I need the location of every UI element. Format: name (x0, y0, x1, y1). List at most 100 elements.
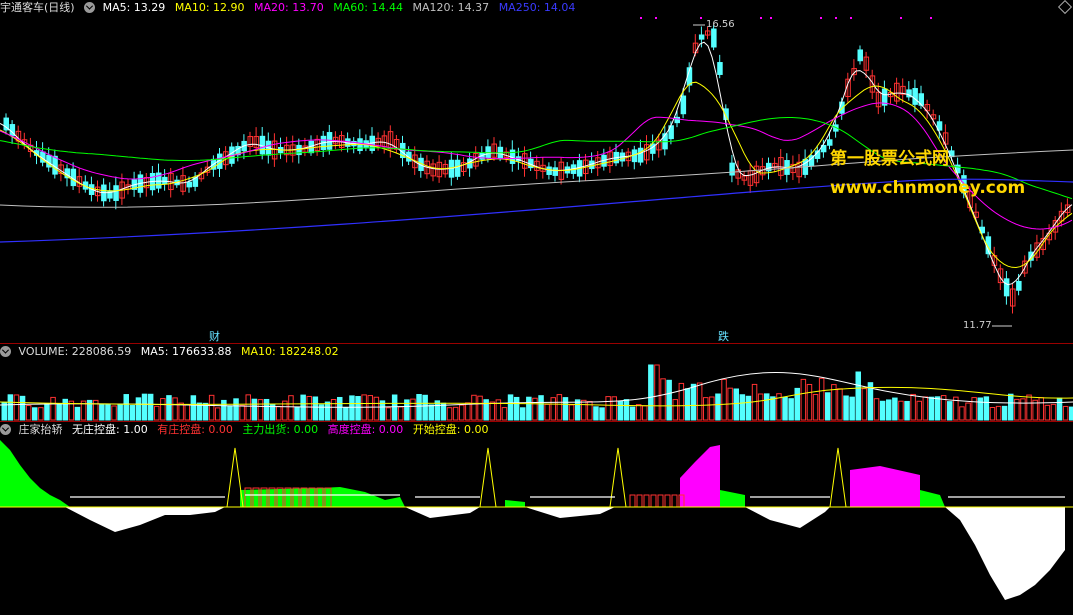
volume-bar (1001, 405, 1008, 421)
volume-bar (629, 406, 636, 421)
indicator-area-magenta (680, 445, 720, 507)
volume-bar (709, 396, 715, 421)
volume-bar (983, 396, 990, 421)
volume-bar (678, 382, 685, 421)
volume-bar (1008, 393, 1014, 421)
volume-bar (855, 371, 861, 421)
volume-bar (355, 396, 361, 421)
volume-bar (465, 402, 471, 421)
signal-dot (760, 17, 762, 19)
volume-bar (715, 393, 721, 421)
volume-bar (337, 396, 343, 421)
indicator-area-white (945, 507, 1065, 600)
volume-bar (300, 394, 306, 421)
volume-bar (50, 396, 56, 421)
volume-bar (642, 405, 648, 421)
indicator-bar-red (650, 494, 657, 508)
candle-body (546, 166, 552, 175)
volume-bar (62, 398, 68, 421)
volume-bar (233, 398, 239, 421)
candle-body (637, 147, 644, 163)
volume-bar (135, 397, 142, 421)
signal-dot (700, 17, 702, 19)
indicator-spike (829, 447, 847, 508)
volume-bar (550, 397, 556, 421)
volume-bar (818, 377, 825, 421)
candle-body (680, 95, 687, 115)
volume-bar (544, 403, 550, 421)
volume-bar (13, 394, 20, 421)
watermark-title: 第一股票公式网 (830, 149, 949, 169)
volume-bar (312, 396, 319, 421)
candle-body (162, 176, 168, 185)
indicator-menu-icon[interactable] (0, 424, 11, 435)
volume-bar (806, 383, 813, 421)
volume-bar (349, 395, 355, 421)
volume-bar (221, 399, 227, 421)
signal-dot (640, 17, 642, 19)
volume-bar (574, 399, 581, 421)
signal-dot (655, 17, 657, 19)
volume-bar (1020, 398, 1026, 421)
volume-bar (276, 405, 282, 421)
volume-bar (989, 406, 996, 421)
candle-body (857, 49, 863, 62)
volume-bar (385, 407, 392, 421)
volume-bar (410, 398, 416, 421)
volume-bar (788, 398, 794, 421)
volume-bar (849, 396, 855, 421)
volume-bar (1069, 406, 1073, 421)
volume-bar (245, 394, 251, 421)
indicator-menu-icon[interactable] (0, 346, 11, 357)
indicator-area-white (525, 507, 615, 518)
stock-chart[interactable] (0, 0, 1073, 615)
candle-body (1003, 278, 1010, 297)
volume-bar (166, 395, 172, 421)
volume-bar (794, 387, 800, 421)
volume-bar (263, 398, 270, 421)
volume-bar (928, 396, 935, 421)
volume-bar (501, 407, 508, 421)
indicator-menu-icon[interactable] (84, 2, 96, 13)
volume-bar (837, 388, 843, 421)
signal-dot (770, 17, 772, 19)
volume-bar (672, 399, 678, 421)
ma250-label: MA250: 14.04 (498, 1, 576, 14)
volume-bar (1062, 405, 1069, 421)
kai-label: 开始控盘: 0.00 (412, 423, 489, 436)
indicator-area-white (65, 507, 225, 532)
volume-bar (117, 404, 123, 421)
volume-bar (1038, 397, 1044, 421)
indicator-area-green (505, 500, 525, 507)
volume-bar (239, 404, 245, 421)
volume-bar (44, 403, 50, 421)
volume-bar (446, 407, 453, 421)
indicator-area-green (0, 440, 70, 507)
volume-bar (428, 404, 434, 421)
volume-bar (489, 401, 495, 421)
volume-legend: VOLUME: 228086.59 MA5: 176633.88 MA10: 1… (0, 344, 345, 360)
volume-bar (526, 396, 532, 421)
candle-body (698, 34, 705, 40)
candle-body (454, 159, 461, 177)
stock-title: 宇通客车(日线) (0, 1, 75, 14)
volume-bar (623, 399, 630, 421)
candle-body (113, 185, 119, 201)
volume-bar (422, 394, 428, 421)
volume-bar (556, 394, 563, 421)
volume-bar (666, 379, 672, 421)
volume-bar (605, 396, 611, 421)
volume-bar (129, 405, 136, 421)
volume-bar (471, 394, 477, 421)
volume-bar (721, 378, 727, 421)
volume-bar (56, 403, 62, 421)
volume-bar (593, 406, 599, 421)
event-mark-die: 跌 (718, 330, 729, 343)
volume-bar (215, 407, 221, 421)
volume-bar (843, 395, 849, 421)
volume-bar (373, 396, 380, 421)
volume-bar (32, 407, 38, 421)
volume-bar (703, 397, 709, 421)
volume-bar (635, 404, 642, 421)
volume-bar (538, 395, 544, 421)
